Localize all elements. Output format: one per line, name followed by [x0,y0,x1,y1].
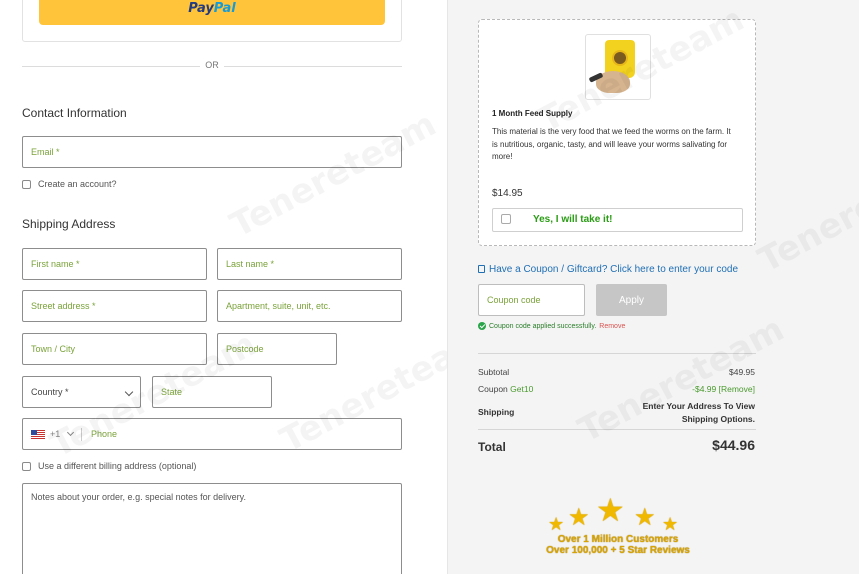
shipping-value: Enter Your Address To View Shipping Opti… [642,401,755,424]
coupon-input[interactable]: Coupon code [478,284,585,316]
total-label: Total [478,440,506,454]
take-offer-toggle[interactable]: Yes, I will take it! [492,208,743,232]
apartment-field[interactable]: Apartment, suite, unit, etc. [217,290,402,322]
different-billing-checkbox[interactable] [22,461,31,471]
star-icon: ★ [568,504,590,531]
coupon-code: Get10 [510,384,534,394]
different-billing-row[interactable]: Use a different billing address (optiona… [22,461,196,471]
product-image [585,34,651,100]
watermark: Tenereteam [224,104,443,246]
coupon-success-message: Coupon code applied successfully. Remove [478,322,625,330]
apply-coupon-button[interactable]: Apply [596,284,667,316]
upsell-offer-box: 1 Month Feed Supply This material is the… [478,19,756,246]
us-flag-icon[interactable] [31,430,45,439]
express-checkout-box: PayPal [22,0,402,42]
last-name-field[interactable]: Last name * [217,248,402,280]
paypal-button[interactable]: PayPal [39,0,385,25]
subtotal-label: Subtotal [478,367,510,377]
remove-coupon-link[interactable]: Remove [599,323,625,330]
chevron-down-icon [124,387,134,397]
star-icon: ★ [596,492,625,528]
order-notes-textarea[interactable]: Notes about your order, e.g. special not… [22,483,402,574]
contact-section-title: Contact Information [22,106,127,120]
dial-code: +1 [50,429,61,439]
shipping-label: Shipping [478,407,515,417]
offer-product-title: 1 Month Feed Supply [492,109,573,118]
badge-line-1: Over 1 Million Customers [557,534,679,545]
star-icon: ★ [548,514,565,534]
shipping-section-title: Shipping Address [22,217,116,231]
chevron-down-icon[interactable] [66,428,75,437]
badge-line-2: Over 100,000 + 5 Star Reviews [546,545,690,556]
postcode-field[interactable]: Postcode [217,333,337,365]
create-account-row[interactable]: Create an account? [22,179,117,189]
phone-placeholder: Phone [91,429,118,439]
coupon-row-label: Coupon Get10 [478,384,534,394]
offer-price: $14.95 [492,188,523,199]
subtotal-value: $49.95 [729,367,755,377]
city-field[interactable]: Town / City [22,333,207,365]
five-star-badge: ★ ★ ★ ★ ★ [548,492,688,536]
take-offer-checkbox[interactable] [501,214,511,224]
checkout-page: PayPal OR Contact Information Email * Cr… [0,0,859,574]
check-circle-icon [478,322,486,330]
email-field[interactable]: Email * [22,136,402,168]
or-label: OR [205,60,219,70]
checkout-form-column: PayPal OR Contact Information Email * Cr… [0,0,493,574]
country-select[interactable]: Country * [22,376,141,408]
coupon-toggle-link[interactable]: Have a Coupon / Giftcard? Click here to … [478,264,738,275]
street-address-field[interactable]: Street address * [22,290,207,322]
star-icon: ★ [634,504,656,531]
order-summary-column: 1 Month Feed Supply This material is the… [447,0,859,574]
watermark: Tenereteam [752,139,859,281]
star-icon: ★ [662,514,679,534]
take-offer-label: Yes, I will take it! [533,214,613,225]
create-account-label: Create an account? [38,179,117,189]
create-account-checkbox[interactable] [22,179,31,189]
coupon-discount-value[interactable]: -$4.99 [Remove] [692,384,755,394]
paypal-logo: PayPal [188,0,236,16]
total-value: $44.96 [712,437,755,453]
email-placeholder: Email * [31,147,60,157]
offer-description: This material is the very food that we f… [492,127,731,161]
first-name-field[interactable]: First name * [22,248,207,280]
phone-field[interactable]: +1 Phone [22,418,402,450]
different-billing-label: Use a different billing address (optiona… [38,461,197,471]
state-field[interactable]: State [152,376,272,408]
or-divider: OR [22,59,402,73]
country-select-value: Country * [31,387,69,397]
order-notes-placeholder: Notes about your order, e.g. special not… [31,492,246,502]
tag-icon [478,265,485,273]
coupon-placeholder: Coupon code [487,295,541,305]
